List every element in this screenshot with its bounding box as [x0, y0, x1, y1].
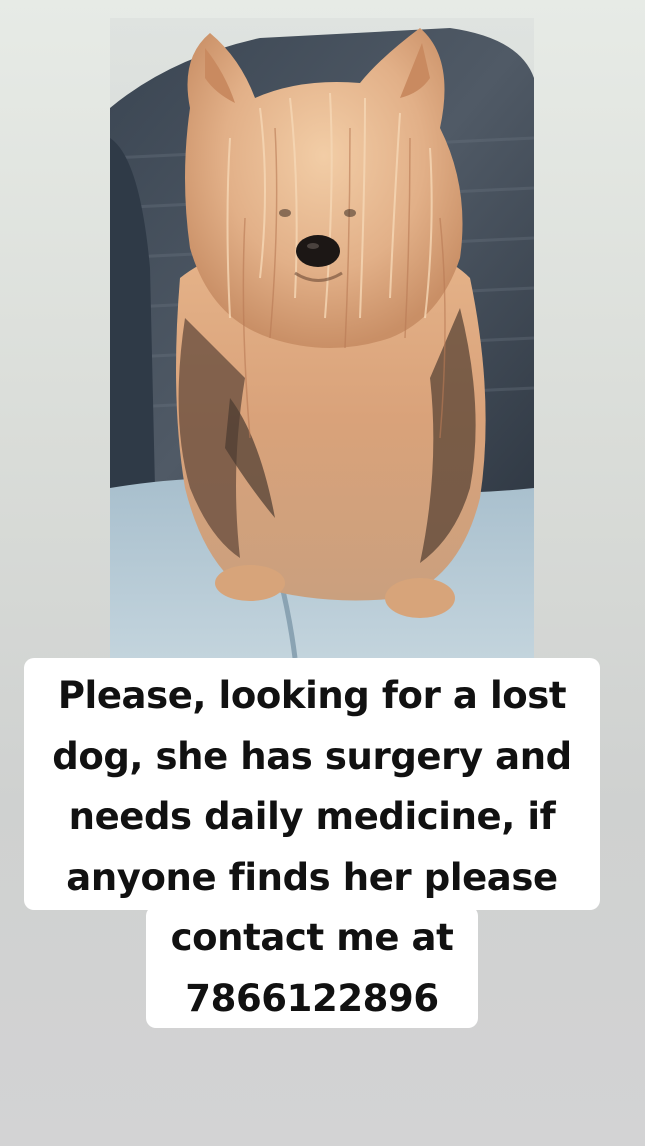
phone-number: 7866122896 [185, 976, 439, 1020]
lost-dog-photo [110, 18, 534, 658]
caption-line: dog, she has surgery and [52, 734, 572, 778]
dog-illustration [110, 18, 534, 658]
caption-line: Please, looking for a lost [57, 674, 567, 717]
caption-line: needs daily medicine, if [68, 795, 556, 838]
caption-line: contact me at [170, 916, 454, 959]
caption-line: anyone finds her please [66, 855, 558, 899]
caption: Please, looking for a lost dog, she has … [24, 658, 600, 1038]
story-screen: Please, looking for a lost dog, she has … [0, 0, 645, 1146]
caption-text: Please, looking for a lost dog, she has … [24, 658, 600, 1029]
